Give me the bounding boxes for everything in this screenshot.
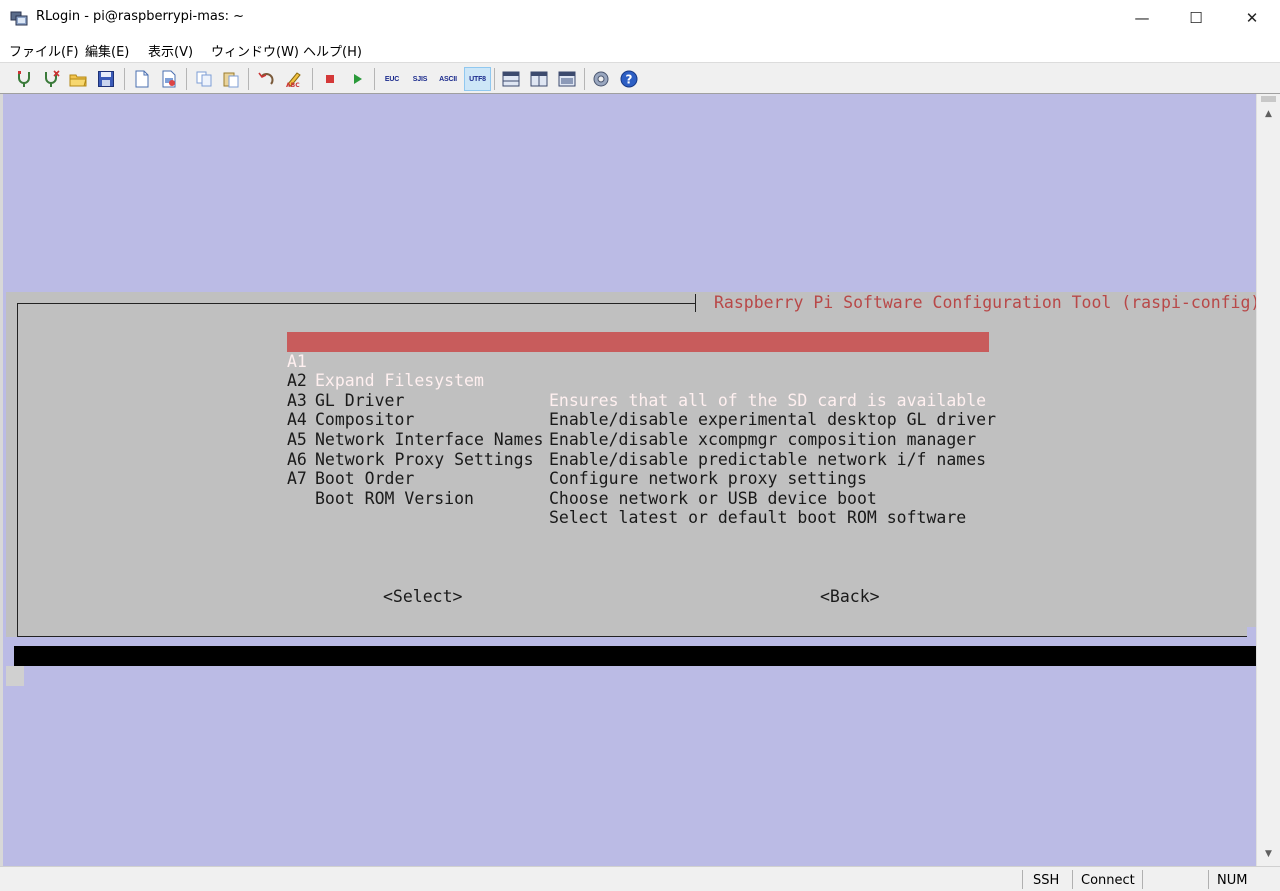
maximize-button[interactable]: ☐ (1170, 0, 1222, 36)
status-bar: SSH Connect NUM (0, 866, 1280, 891)
item-code: A7 (287, 469, 307, 489)
back-button[interactable]: <Back> (820, 587, 880, 606)
menu-help[interactable]: ヘルプ(H) (303, 41, 362, 60)
scroll-down-arrow-icon[interactable]: ▼ (1257, 844, 1280, 864)
dialog-title-divider (695, 294, 696, 312)
utf8-icon[interactable]: UTF8 (464, 67, 491, 91)
disconnect-icon[interactable] (39, 67, 63, 91)
close-button[interactable]: ✕ (1226, 0, 1278, 36)
toolbar: ABC EUC SJIS ASCII UTF8 ? (0, 62, 1280, 94)
vertical-scrollbar[interactable]: ▲ ▼ (1256, 94, 1280, 866)
toolbar-separator (248, 68, 249, 90)
item-name: Boot ROM Version (315, 488, 474, 508)
paste-icon[interactable] (219, 67, 243, 91)
list-item[interactable]: A1 Expand Filesystem Ensures that all of… (287, 332, 989, 410)
toolbar-separator (584, 68, 585, 90)
list-item[interactable]: A2 GL Driver Enable/disable experimental… (287, 352, 996, 429)
layout-split-icon[interactable] (527, 67, 551, 91)
status-separator (1208, 870, 1209, 889)
status-connection: Connect (1081, 873, 1135, 888)
stop-icon[interactable] (318, 67, 342, 91)
item-description: Configure network proxy settings (549, 469, 867, 489)
save-icon[interactable] (94, 67, 118, 91)
list-item[interactable]: A4 Network Interface Names Enable/disabl… (287, 391, 989, 468)
status-numlock: NUM (1217, 873, 1248, 888)
title-bar: RLogin - pi@raspberrypi-mas: ~ — ☐ ✕ (0, 0, 1280, 36)
status-separator (1022, 870, 1023, 889)
terminal-screen[interactable]: Raspberry Pi Software Configuration Tool… (0, 94, 1256, 866)
euc-icon[interactable]: EUC (380, 67, 404, 91)
dialog-top-border (17, 303, 695, 304)
toolbar-separator (124, 68, 125, 90)
item-description: Select latest or default boot ROM softwa… (549, 508, 967, 528)
undo-icon[interactable] (254, 67, 278, 91)
menu-view[interactable]: 表示(V) (148, 41, 193, 60)
toolbar-separator (494, 68, 495, 90)
status-protocol: SSH (1033, 873, 1060, 888)
close-icon: ✕ (1245, 9, 1259, 27)
terminal-cursor (6, 666, 24, 686)
maximize-icon: ☐ (1189, 9, 1203, 27)
status-separator (1072, 870, 1073, 889)
list-item[interactable]: A7 Boot ROM Version Select latest or def… (287, 450, 989, 527)
menu-list: A1 Expand Filesystem Ensures that all of… (287, 332, 996, 527)
rlogin-app-icon (10, 9, 28, 27)
print-icon[interactable] (157, 67, 181, 91)
menu-window[interactable]: ウィンドウ(W) (211, 41, 299, 60)
play-icon[interactable] (345, 67, 369, 91)
raspi-config-dialog: Raspberry Pi Software Configuration Tool… (6, 292, 1256, 637)
copy-icon[interactable] (192, 67, 216, 91)
list-item[interactable]: A5 Network Proxy Settings Configure netw… (287, 410, 989, 488)
sjis-icon[interactable]: SJIS (408, 67, 432, 91)
status-separator (1142, 870, 1143, 889)
window-title: RLogin - pi@raspberrypi-mas: ~ (36, 9, 245, 24)
layout-horizontal-icon[interactable] (499, 67, 523, 91)
dialog-shadow-bar (14, 646, 1256, 666)
open-folder-icon[interactable] (66, 67, 90, 91)
dialog-shadow (1247, 627, 1256, 642)
settings-icon[interactable] (589, 67, 613, 91)
minimize-button[interactable]: — (1116, 0, 1168, 36)
connect-icon[interactable] (12, 67, 36, 91)
svg-text:ABC: ABC (286, 82, 300, 88)
select-button[interactable]: <Select> (383, 587, 462, 606)
dialog-title: Raspberry Pi Software Configuration Tool… (714, 293, 1256, 312)
list-item[interactable]: A3 Compositor Enable/disable xcompmgr co… (287, 371, 989, 449)
toolbar-separator (186, 68, 187, 90)
menu-file[interactable]: ファイル(F) (9, 41, 79, 60)
spellcheck-icon[interactable]: ABC (282, 67, 306, 91)
help-icon[interactable]: ? (617, 67, 641, 91)
item-description: Choose network or USB device boot (549, 488, 877, 508)
menu-bar: ファイル(F) 編集(E) 表示(V) ウィンドウ(W) ヘルプ(H) (0, 36, 1280, 62)
new-document-icon[interactable] (130, 67, 154, 91)
toolbar-separator (312, 68, 313, 90)
layout-full-icon[interactable] (555, 67, 579, 91)
toolbar-separator (374, 68, 375, 90)
scroll-thumb[interactable] (1261, 96, 1276, 102)
svg-text:?: ? (626, 73, 633, 87)
scroll-up-arrow-icon[interactable]: ▲ (1257, 104, 1280, 124)
ascii-icon[interactable]: ASCII (436, 67, 460, 91)
minimize-icon: — (1134, 9, 1150, 27)
list-item[interactable]: A6 Boot Order Choose network or USB devi… (287, 430, 989, 508)
menu-edit[interactable]: 編集(E) (85, 41, 129, 60)
